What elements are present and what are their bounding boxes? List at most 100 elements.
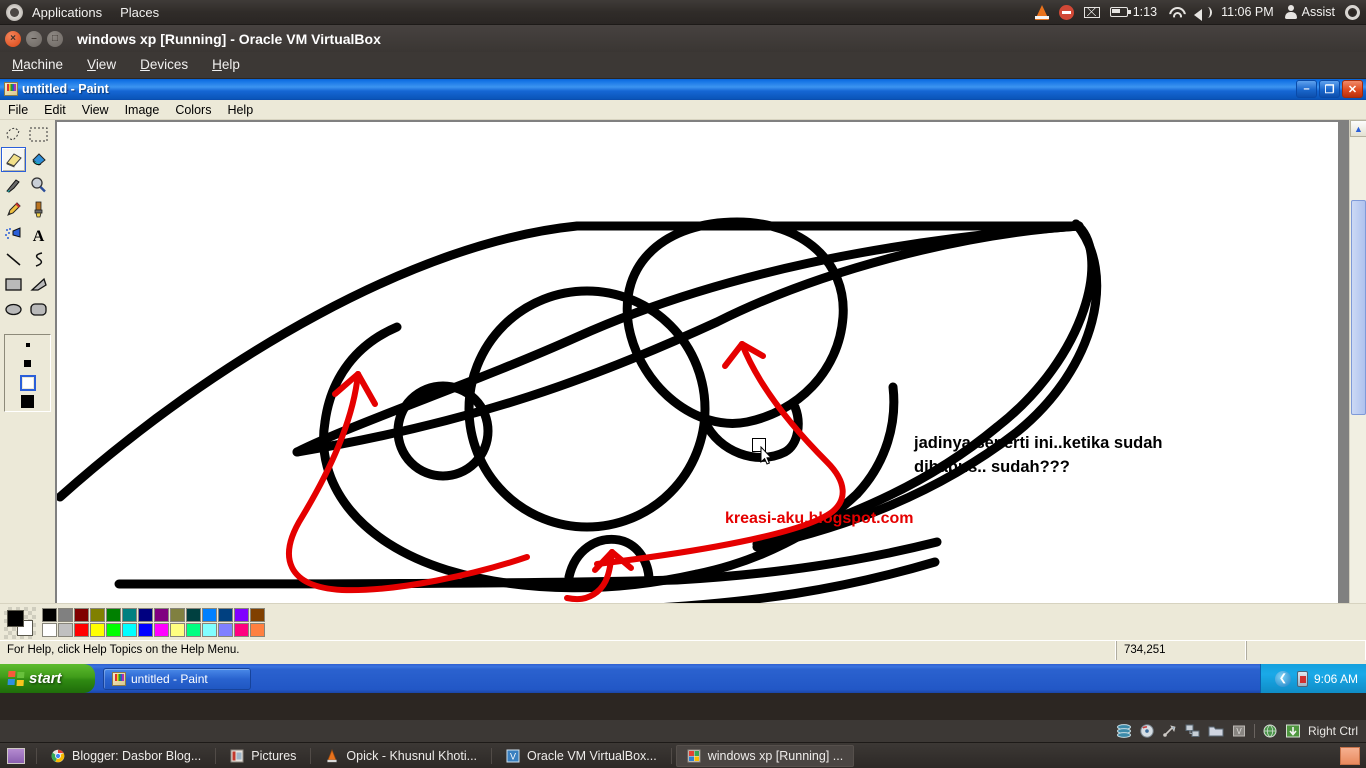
palette-swatch[interactable] xyxy=(186,623,201,637)
hard-disk-icon[interactable] xyxy=(1116,724,1132,738)
vbox-menu-machine[interactable]: Machine xyxy=(0,52,75,78)
palette-swatch[interactable] xyxy=(58,608,73,622)
paint-restore-button[interactable]: ❐ xyxy=(1319,80,1340,98)
canvas-vertical-scrollbar[interactable]: ▲ ▼ xyxy=(1349,120,1366,636)
palette-swatch[interactable] xyxy=(202,608,217,622)
download-icon[interactable] xyxy=(1285,724,1301,738)
panel-menu-places[interactable]: Places xyxy=(111,0,168,25)
text-tool[interactable]: A xyxy=(26,222,51,247)
scroll-up-button[interactable]: ▲ xyxy=(1350,120,1366,137)
panel-clock[interactable]: 11:06 PM xyxy=(1221,5,1274,19)
ubuntu-task-virtualbox[interactable]: V Oracle VM VirtualBox... xyxy=(496,745,667,767)
vbox-minimize-button[interactable]: – xyxy=(26,30,42,47)
vbox-menu-view[interactable]: View xyxy=(75,52,128,78)
network-icon[interactable] xyxy=(1185,724,1201,738)
paint-menu-image[interactable]: Image xyxy=(117,100,168,120)
rectangle-tool[interactable] xyxy=(1,272,26,297)
palette-swatch[interactable] xyxy=(154,608,169,622)
palette-swatch[interactable] xyxy=(234,623,249,637)
paint-menu-edit[interactable]: Edit xyxy=(36,100,74,120)
palette-swatch[interactable] xyxy=(186,608,201,622)
vbox-menu-help[interactable]: Help xyxy=(200,52,252,78)
show-desktop-icon[interactable] xyxy=(7,747,25,764)
paint-menu-help[interactable]: Help xyxy=(219,100,261,120)
xp-tray-clock[interactable]: 9:06 AM xyxy=(1314,672,1358,686)
magnifier-tool[interactable] xyxy=(26,172,51,197)
paint-menu-view[interactable]: View xyxy=(74,100,117,120)
vlc-cone-icon[interactable] xyxy=(1034,4,1049,20)
vbox-close-button[interactable]: × xyxy=(5,30,21,47)
ubuntu-logo-icon[interactable] xyxy=(6,3,23,21)
shared-folder-icon[interactable] xyxy=(1208,724,1224,738)
palette-swatch[interactable] xyxy=(218,623,233,637)
battery-tray-icon[interactable] xyxy=(1296,670,1308,687)
volume-speaker-icon[interactable] xyxy=(1194,6,1213,21)
palette-swatch[interactable] xyxy=(138,608,153,622)
palette-swatch[interactable] xyxy=(42,608,57,622)
palette-swatch[interactable] xyxy=(58,623,73,637)
palette-swatch[interactable] xyxy=(138,623,153,637)
ubuntu-task-opick[interactable]: Opick - Khusnul Khoti... xyxy=(315,745,487,767)
vm-preview-icon[interactable] xyxy=(1340,746,1360,765)
fill-with-color-tool[interactable] xyxy=(26,147,51,172)
palette-swatch[interactable] xyxy=(250,608,265,622)
palette-swatch[interactable] xyxy=(74,623,89,637)
start-button[interactable]: start xyxy=(0,664,95,693)
ubuntu-task-windowsxp[interactable]: windows xp [Running] ... xyxy=(675,744,855,767)
free-form-select-tool[interactable] xyxy=(1,122,26,147)
palette-swatch[interactable] xyxy=(90,608,105,622)
eraser-size-option-4[interactable] xyxy=(5,392,50,411)
eraser-tool[interactable] xyxy=(1,147,26,172)
palette-swatch[interactable] xyxy=(202,623,217,637)
globe-icon[interactable] xyxy=(1262,724,1278,738)
foreground-color-swatch[interactable] xyxy=(7,609,24,627)
palette-swatch[interactable] xyxy=(122,608,137,622)
paint-canvas[interactable]: jadinya seperti ini..ketika sudah dihapu… xyxy=(56,121,1339,607)
pick-color-tool[interactable] xyxy=(1,172,26,197)
brush-tool[interactable] xyxy=(26,197,51,222)
palette-swatch[interactable] xyxy=(106,608,121,622)
polygon-tool[interactable] xyxy=(26,272,51,297)
palette-swatch[interactable] xyxy=(42,623,57,637)
eraser-size-option-3[interactable] xyxy=(5,373,50,392)
gear-icon[interactable] xyxy=(1345,4,1360,20)
battery-indicator[interactable]: 1:13 xyxy=(1109,5,1157,19)
line-tool[interactable] xyxy=(1,247,26,272)
palette-swatch[interactable] xyxy=(106,623,121,637)
ubuntu-task-blogger[interactable]: Blogger: Dasbor Blog... xyxy=(41,745,211,767)
eraser-size-option-1[interactable] xyxy=(5,335,50,354)
palette-swatch[interactable] xyxy=(218,608,233,622)
airbrush-tool[interactable] xyxy=(1,222,26,247)
palette-swatch[interactable] xyxy=(170,623,185,637)
ellipse-tool[interactable] xyxy=(1,297,26,322)
cd-dvd-icon[interactable] xyxy=(1139,724,1155,738)
palette-swatch[interactable] xyxy=(154,623,169,637)
usb-icon[interactable] xyxy=(1162,724,1178,738)
palette-swatch[interactable] xyxy=(122,623,137,637)
paint-menu-colors[interactable]: Colors xyxy=(167,100,219,120)
wifi-icon[interactable] xyxy=(1167,6,1184,18)
pencil-tool[interactable] xyxy=(1,197,26,222)
show-hidden-icons-chevron[interactable]: ❮ xyxy=(1274,670,1291,687)
paint-minimize-button[interactable]: – xyxy=(1296,80,1317,98)
vertical-scroll-thumb[interactable] xyxy=(1351,200,1366,415)
curve-tool[interactable] xyxy=(26,247,51,272)
do-not-disturb-icon[interactable] xyxy=(1058,4,1074,20)
paint-menu-file[interactable]: File xyxy=(0,100,36,120)
palette-swatch[interactable] xyxy=(170,608,185,622)
rectangular-select-tool[interactable] xyxy=(26,122,51,147)
paint-close-button[interactable]: ✕ xyxy=(1342,80,1363,98)
palette-swatch[interactable] xyxy=(234,608,249,622)
cpu-icon[interactable]: V xyxy=(1231,724,1247,738)
palette-swatch[interactable] xyxy=(74,608,89,622)
vbox-maximize-button[interactable]: □ xyxy=(47,30,63,47)
user-menu[interactable]: Assist xyxy=(1284,5,1335,19)
panel-menu-applications[interactable]: Applications xyxy=(23,0,111,25)
rounded-rectangle-tool[interactable] xyxy=(26,297,51,322)
palette-swatch[interactable] xyxy=(250,623,265,637)
xp-task-paint[interactable]: untitled - Paint xyxy=(103,667,251,690)
vbox-menu-devices[interactable]: Devices xyxy=(128,52,200,78)
palette-swatch[interactable] xyxy=(90,623,105,637)
ubuntu-task-pictures[interactable]: Pictures xyxy=(220,745,306,767)
eraser-size-option-2[interactable] xyxy=(5,354,50,373)
